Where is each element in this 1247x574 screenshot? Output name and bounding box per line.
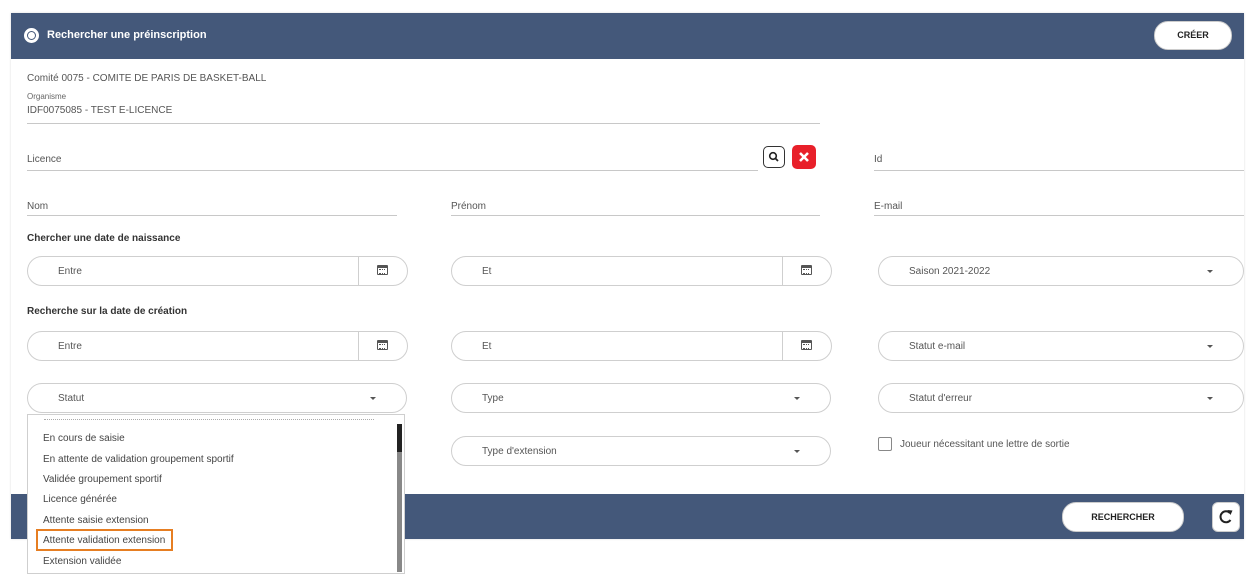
creation-entre-placeholder: Entre [58, 341, 82, 352]
nom-field[interactable]: Nom [27, 201, 48, 212]
page-header: Rechercher une préinscription CRÉER [11, 13, 1244, 59]
creation-et-placeholder: Et [482, 341, 492, 352]
prenom-underline [451, 215, 820, 216]
chevron-down-icon [794, 397, 800, 400]
id-underline [874, 170, 1244, 171]
highlight-box [36, 529, 173, 551]
birth-entre-placeholder: Entre [58, 266, 82, 277]
saison-select[interactable]: Saison 2021-2022 [878, 256, 1244, 286]
type-value: Type [482, 393, 504, 404]
type-select[interactable]: Type [451, 383, 831, 413]
chevron-down-icon [1207, 345, 1213, 348]
licence-underline [27, 170, 758, 171]
dropdown-scrollbar-thumb[interactable] [397, 424, 402, 452]
comite-text: Comité 0075 - COMITE DE PARIS DE BASKET-… [27, 73, 267, 84]
id-field[interactable]: Id [874, 154, 882, 165]
creation-entre-input[interactable]: Entre [27, 331, 408, 361]
page-title: Rechercher une préinscription [47, 29, 207, 41]
statut-value: Statut [58, 393, 85, 404]
statut-email-select[interactable]: Statut e-mail [878, 331, 1244, 361]
chevron-down-icon [794, 450, 800, 453]
birth-section-title: Chercher une date de naissance [27, 233, 181, 244]
joueur-lettre-label: Joueur nécessitant une lettre de sortie [900, 439, 1070, 450]
search-licence-button[interactable] [763, 146, 785, 168]
statut-email-value: Statut e-mail [909, 341, 966, 352]
dropdown-option[interactable]: Licence générée [43, 494, 117, 505]
calendar-icon [801, 340, 812, 350]
dropdown-option[interactable]: En cours de saisie [43, 433, 125, 444]
statut-erreur-value: Statut d'erreur [909, 393, 973, 404]
dropdown-option[interactable]: Extension validée [43, 556, 121, 567]
licence-field[interactable]: Licence [27, 154, 61, 165]
close-icon [799, 152, 809, 162]
create-button[interactable]: CRÉER [1154, 21, 1232, 50]
birth-entre-calendar-button[interactable] [358, 257, 407, 285]
chevron-down-icon [1207, 270, 1213, 273]
clear-licence-button[interactable] [792, 145, 816, 169]
type-extension-value: Type d'extension [482, 446, 557, 457]
saison-value: Saison 2021-2022 [909, 266, 991, 277]
joueur-lettre-checkbox[interactable] [878, 437, 892, 451]
basketball-logo-icon [24, 28, 39, 43]
statut-select[interactable]: Statut [27, 383, 407, 413]
organisme-label: Organisme [27, 92, 67, 101]
prenom-field[interactable]: Prénom [451, 201, 486, 212]
creation-et-calendar-button[interactable] [782, 332, 831, 360]
calendar-icon [377, 340, 388, 350]
dropdown-option[interactable]: En attente de validation groupement spor… [43, 454, 234, 465]
dropdown-option[interactable]: Attente saisie extension [43, 515, 149, 526]
creation-et-input[interactable]: Et [451, 331, 832, 361]
dropdown-option[interactable]: Validée groupement sportif [43, 474, 162, 485]
calendar-icon [801, 265, 812, 275]
reset-button[interactable] [1212, 502, 1240, 532]
calendar-icon [377, 265, 388, 275]
nom-underline [27, 215, 397, 216]
birth-et-input[interactable]: Et [451, 256, 832, 286]
creation-section-title: Recherche sur la date de création [27, 306, 188, 317]
rechercher-button[interactable]: RECHERCHER [1062, 502, 1184, 532]
birth-entre-input[interactable]: Entre [27, 256, 408, 286]
email-field[interactable]: E-mail [874, 201, 902, 212]
birth-et-placeholder: Et [482, 266, 492, 277]
organisme-value: IDF0075085 - TEST E-LICENCE [27, 105, 173, 116]
statut-erreur-select[interactable]: Statut d'erreur [878, 383, 1244, 413]
search-icon [768, 151, 779, 162]
creation-entre-calendar-button[interactable] [358, 332, 407, 360]
type-extension-select[interactable]: Type d'extension [451, 436, 831, 466]
chevron-down-icon [1207, 397, 1213, 400]
organisme-underline [27, 123, 820, 124]
dropdown-clipped-item [44, 415, 374, 420]
birth-et-calendar-button[interactable] [782, 257, 831, 285]
refresh-icon [1219, 510, 1233, 524]
email-underline [874, 215, 1244, 216]
chevron-down-icon [370, 397, 376, 400]
